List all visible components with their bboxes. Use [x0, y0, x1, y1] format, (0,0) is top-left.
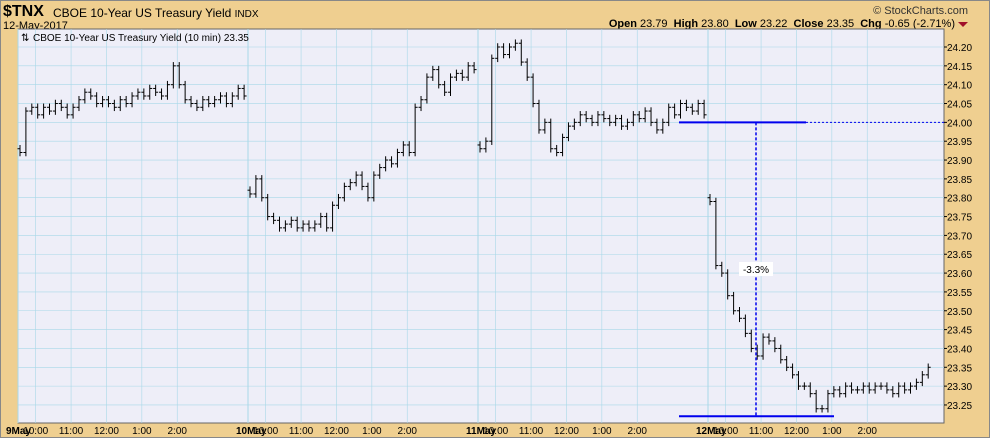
- x-tick-label: 10:00: [253, 426, 278, 437]
- x-tick-label: 12:00: [554, 426, 579, 437]
- y-tick-label: 24.20: [947, 43, 972, 54]
- y-tick-label: 23.90: [947, 156, 972, 167]
- y-tick-label: 23.65: [947, 250, 972, 261]
- y-tick-label: 24.15: [947, 62, 972, 73]
- chart-legend: CBOE 10-Year US Treasury Yield (10 min) …: [33, 33, 249, 44]
- y-tick-label: 23.50: [947, 307, 972, 318]
- x-tick-label: 12:00: [324, 426, 349, 437]
- x-tick-label: 2:00: [627, 426, 647, 437]
- y-tick-label: 24.05: [947, 100, 972, 111]
- chart-frame: $TNX CBOE 10-Year US Treasury Yield INDX…: [0, 0, 990, 438]
- y-tick-label: 23.55: [947, 288, 972, 299]
- x-tick-label: 10:00: [713, 426, 738, 437]
- x-tick-label: 11:00: [59, 426, 84, 437]
- x-tick-label: 1:00: [822, 426, 842, 437]
- x-tick-label: 2:00: [397, 426, 417, 437]
- x-tick-label: 2:00: [167, 426, 187, 437]
- x-tick-label: 10:00: [483, 426, 508, 437]
- x-tick-label: 12:00: [94, 426, 119, 437]
- y-tick-label: 23.85: [947, 175, 972, 186]
- y-tick-label: 23.60: [947, 269, 972, 280]
- x-tick-label: 11:00: [289, 426, 314, 437]
- y-tick-label: 23.80: [947, 194, 972, 205]
- y-tick-label: 23.95: [947, 137, 972, 148]
- y-tick-label: 23.35: [947, 363, 972, 374]
- y-tick-label: 23.40: [947, 344, 972, 355]
- y-tick-label: 23.45: [947, 326, 972, 337]
- y-tick-label: 23.75: [947, 213, 972, 224]
- x-tick-label: 11:00: [519, 426, 544, 437]
- x-tick-label: 1:00: [592, 426, 612, 437]
- x-tick-label: 1:00: [362, 426, 382, 437]
- price-chart[interactable]: 24.20 24.15 24.10 24.05 24.00 23.95 23.90 23.85…: [1, 1, 990, 438]
- x-tick-label: 1:00: [132, 426, 152, 437]
- y-tick-label: 23.25: [947, 401, 972, 412]
- plot-area: [17, 28, 945, 424]
- measure-label: -3.3%: [743, 265, 769, 276]
- x-tick-label: 10:00: [23, 426, 48, 437]
- x-tick-label: 12:00: [784, 426, 809, 437]
- x-tick-label: 2:00: [857, 426, 877, 437]
- y-tick-label: 24.10: [947, 81, 972, 92]
- x-tick-label: 11:00: [749, 426, 774, 437]
- legend-bar-icon: ⇅: [21, 33, 29, 44]
- y-tick-label: 23.30: [947, 382, 972, 393]
- y-tick-label: 23.70: [947, 231, 972, 242]
- y-tick-label: 24.00: [947, 118, 972, 129]
